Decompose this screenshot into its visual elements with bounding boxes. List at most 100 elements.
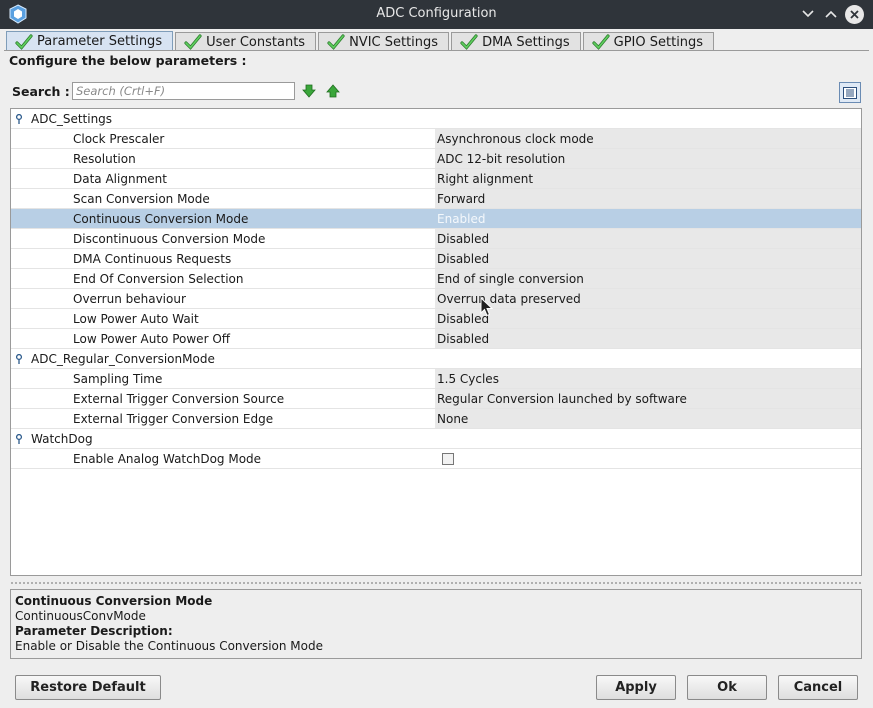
close-icon — [850, 10, 859, 19]
parameter-row[interactable]: Low Power Auto Power Off Disabled — [11, 329, 861, 349]
close-button[interactable] — [845, 5, 864, 24]
parameter-name: Clock Prescaler — [73, 132, 165, 146]
maximize-button[interactable] — [822, 5, 840, 23]
search-input[interactable] — [72, 82, 295, 100]
parameter-value[interactable]: End of single conversion — [435, 269, 861, 288]
parameter-name: Overrun behaviour — [73, 292, 186, 306]
parameter-row[interactable]: End Of Conversion Selection End of single… — [11, 269, 861, 289]
parameter-value[interactable]: Forward — [435, 189, 861, 208]
parameter-value-cell[interactable] — [435, 449, 861, 468]
tab-label: NVIC Settings — [349, 34, 439, 50]
parameter-row[interactable]: Continuous Conversion Mode Enabled — [11, 209, 861, 229]
minimize-button[interactable] — [799, 5, 817, 23]
list-view-toggle-button[interactable] — [839, 82, 861, 103]
parameter-row[interactable]: Data Alignment Right alignment — [11, 169, 861, 189]
parameter-row[interactable]: Discontinuous Conversion Mode Disabled — [11, 229, 861, 249]
description-title: Continuous Conversion Mode — [15, 594, 213, 608]
description-heading: Parameter Description: — [15, 624, 173, 638]
panel-splitter[interactable] — [10, 581, 862, 586]
parameter-row[interactable]: Low Power Auto Wait Disabled — [11, 309, 861, 329]
tab-label: GPIO Settings — [613, 34, 704, 50]
group-name: ADC_Regular_ConversionMode — [31, 352, 215, 366]
tab-gpio-settings[interactable]: GPIO Settings — [582, 32, 715, 51]
tab-label: User Constants — [206, 34, 306, 50]
title-bar: ADC Configuration — [0, 0, 873, 29]
section-label: Configure the below parameters : — [9, 53, 247, 68]
parameter-name: Enable Analog WatchDog Mode — [73, 452, 262, 466]
tab-divider — [4, 50, 869, 51]
parameter-tree[interactable]: ADC_Settings Clock Prescaler Asynchronous … — [10, 108, 862, 576]
description-id: ContinuousConvMode — [15, 609, 146, 623]
parameter-value[interactable]: Enabled — [435, 209, 861, 228]
tab-parameter-settings[interactable]: Parameter Settings — [6, 31, 174, 51]
parameter-name: Data Alignment — [73, 172, 167, 186]
parameter-value[interactable]: Disabled — [435, 229, 861, 248]
tab-label: DMA Settings — [482, 34, 570, 50]
check-icon — [327, 34, 345, 50]
check-icon — [592, 34, 610, 50]
parameter-value[interactable]: 1.5 Cycles — [435, 369, 861, 388]
check-icon — [184, 34, 202, 50]
parameter-row[interactable]: External Trigger Conversion Edge None — [11, 409, 861, 429]
group-pin-icon[interactable] — [15, 354, 23, 364]
parameter-value[interactable]: None — [435, 409, 861, 428]
parameter-name: External Trigger Conversion Edge — [73, 412, 274, 426]
search-previous-arrow-icon[interactable] — [326, 84, 340, 98]
search-label: Search : — [12, 84, 70, 99]
parameter-value[interactable]: Regular Conversion launched by software — [435, 389, 861, 408]
ok-button[interactable]: Ok — [687, 675, 767, 700]
parameter-value[interactable]: Right alignment — [435, 169, 861, 188]
tab-dma-settings[interactable]: DMA Settings — [451, 32, 581, 51]
tree-group-row[interactable]: ADC_Regular_ConversionMode — [11, 349, 861, 369]
tab-bar: Parameter Settings User Constants NVIC Set… — [6, 31, 716, 51]
description-text: Enable or Disable the Continuous Convers… — [15, 639, 323, 653]
dialog-body: Parameter Settings User Constants NVIC Set… — [0, 29, 873, 708]
parameter-description-panel: Continuous Conversion Mode ContinuousCon… — [10, 589, 862, 659]
parameter-name: DMA Continuous Requests — [73, 252, 232, 266]
parameter-row[interactable]: DMA Continuous Requests Disabled — [11, 249, 861, 269]
parameter-name: External Trigger Conversion Source — [73, 392, 285, 406]
parameter-name: Discontinuous Conversion Mode — [73, 232, 266, 246]
restore-default-button[interactable]: Restore Default — [15, 675, 161, 700]
check-icon — [460, 34, 478, 50]
group-pin-icon[interactable] — [15, 434, 23, 444]
parameter-value[interactable]: Disabled — [435, 249, 861, 268]
parameter-row[interactable]: Resolution ADC 12-bit resolution — [11, 149, 861, 169]
tab-label: Parameter Settings — [37, 34, 163, 49]
cancel-button[interactable]: Cancel — [778, 675, 858, 700]
parameter-row[interactable]: Overrun behaviour Overrun data preserved — [11, 289, 861, 309]
tab-user-constants[interactable]: User Constants — [175, 32, 317, 51]
parameter-value[interactable]: Overrun data preserved — [435, 289, 861, 308]
parameter-name: Low Power Auto Wait — [73, 312, 199, 326]
search-next-arrow-icon[interactable] — [302, 84, 316, 98]
parameter-name: Scan Conversion Mode — [73, 192, 210, 206]
group-name: ADC_Settings — [31, 112, 113, 126]
parameter-value[interactable]: Disabled — [435, 309, 861, 328]
group-pin-icon[interactable] — [15, 114, 23, 124]
group-name: WatchDog — [31, 432, 93, 446]
parameter-row[interactable]: Scan Conversion Mode Forward — [11, 189, 861, 209]
parameter-name: Continuous Conversion Mode — [73, 212, 249, 226]
tab-nvic-settings[interactable]: NVIC Settings — [318, 32, 450, 51]
parameter-row[interactable]: Clock Prescaler Asynchronous clock mode — [11, 129, 861, 149]
mouse-cursor-icon — [480, 297, 493, 317]
tree-group-row[interactable]: WatchDog — [11, 429, 861, 449]
parameter-value[interactable]: Disabled — [435, 329, 861, 348]
parameter-row[interactable]: External Trigger Conversion Source Regula… — [11, 389, 861, 409]
chevron-down-icon — [802, 10, 814, 18]
parameter-name: End Of Conversion Selection — [73, 272, 244, 286]
parameter-name: Low Power Auto Power Off — [73, 332, 231, 346]
parameter-row[interactable]: Sampling Time 1.5 Cycles — [11, 369, 861, 389]
parameter-name: Sampling Time — [73, 372, 163, 386]
list-view-icon — [843, 86, 857, 99]
parameter-value[interactable]: ADC 12-bit resolution — [435, 149, 861, 168]
parameter-checkbox[interactable] — [442, 453, 454, 465]
window-title: ADC Configuration — [376, 6, 497, 21]
chevron-up-icon — [825, 10, 837, 18]
parameter-name: Resolution — [73, 152, 136, 166]
tree-group-row[interactable]: ADC_Settings — [11, 109, 861, 129]
parameter-row[interactable]: Enable Analog WatchDog Mode — [11, 449, 861, 469]
check-icon — [15, 33, 33, 50]
apply-button[interactable]: Apply — [596, 675, 676, 700]
parameter-value[interactable]: Asynchronous clock mode — [435, 129, 861, 148]
